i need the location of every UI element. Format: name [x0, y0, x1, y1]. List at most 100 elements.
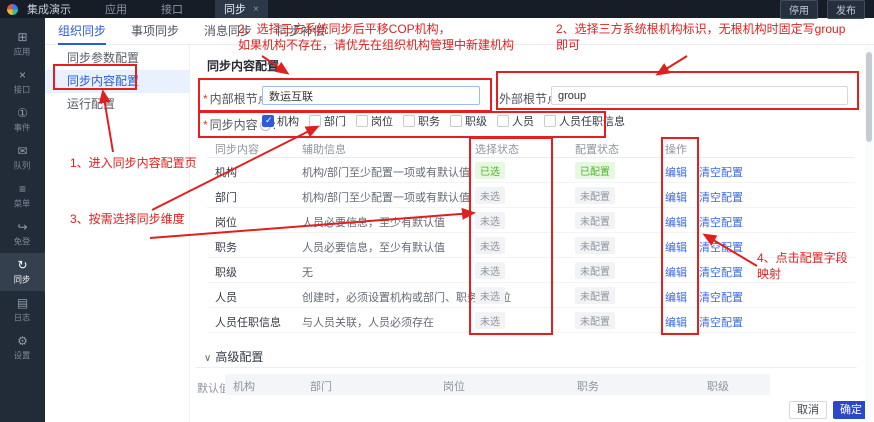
annotation-step2-external: 2、选择三方系统根机构标识，无根机构时固定写group 即可 [556, 22, 846, 52]
edit-link[interactable]: 编辑 [665, 264, 687, 280]
app-logo-icon [7, 3, 18, 15]
clear-config-link[interactable]: 清空配置 [699, 289, 743, 305]
checkbox-icon [356, 115, 368, 127]
sidebar-item-queue[interactable]: ✉ 队列 [0, 139, 45, 177]
checkbox-icon [403, 115, 415, 127]
table-row: 岗位 人员必要信息，至少有默认值 未选 未配置 编辑 清空配置 [207, 208, 855, 233]
table-row: 人员任职信息 与人员关联，人员必须存在 未选 未配置 编辑 清空配置 [207, 308, 855, 333]
status-badge: 未选 [475, 237, 505, 254]
chevron-down-icon: ∨ [204, 353, 212, 364]
confirm-button[interactable]: 确定 [833, 401, 869, 419]
table-header: 同步内容 辅助信息 选择状态 配置状态 操作 [207, 137, 855, 158]
status-badge: 未选 [475, 262, 505, 279]
page-title: 同步内容配置 [207, 59, 280, 73]
status-badge: 未选 [475, 312, 505, 329]
clear-config-link[interactable]: 清空配置 [699, 164, 743, 180]
sidebar-item-logs[interactable]: ▤ 日志 [0, 291, 45, 329]
status-badge: 未配置 [575, 212, 615, 229]
checkbox-duty[interactable]: 职务 [403, 113, 440, 129]
checkbox-icon [497, 115, 509, 127]
top-menu-api[interactable]: 接口 [161, 1, 183, 17]
advanced-config-toggle[interactable]: ∨ 高级配置 [204, 348, 263, 365]
status-badge: 未配置 [575, 187, 615, 204]
checkbox-icon [544, 115, 556, 127]
top-menu-apps[interactable]: 应用 [105, 1, 127, 17]
sync-dimension-checkboxes: 机构 部门 岗位 职务 职级 人员 人员任职信息 [262, 113, 630, 129]
status-badge: 已选 [475, 162, 505, 179]
checkbox-icon [450, 115, 462, 127]
sidebar-item-events[interactable]: ① 事件 [0, 101, 45, 139]
checkbox-org[interactable]: 机构 [262, 113, 299, 129]
edit-link[interactable]: 编辑 [665, 239, 687, 255]
checkbox-post[interactable]: 岗位 [356, 113, 393, 129]
app-window: 集成演示 应用 接口 同步 × 停用 发布 ⊞ 应用 × 接口 ① 事件 ✉ 队… [0, 0, 874, 422]
status-badge: 未配置 [575, 312, 615, 329]
clear-config-link[interactable]: 清空配置 [699, 239, 743, 255]
nav-run-config[interactable]: 运行配置 [45, 93, 189, 116]
annotation-step4: 4、点击配置字段 映射 [757, 251, 848, 281]
cancel-button[interactable]: 取消 [789, 401, 827, 419]
arrow-to-external-input [655, 55, 688, 76]
sidebar-item-api[interactable]: × 接口 [0, 63, 45, 101]
sync-icon: ↻ [17, 257, 28, 272]
checkbox-icon [262, 115, 274, 127]
edit-link[interactable]: 编辑 [665, 164, 687, 180]
status-badge: 未配置 [575, 237, 615, 254]
status-badge: 未选 [475, 287, 505, 304]
default-value-header: 机构 部门 岗位 职务 职级 [225, 374, 770, 395]
config-nav: 同步参数配置 同步内容配置 运行配置 [45, 45, 190, 422]
queue-icon: ✉ [17, 143, 28, 158]
edit-link[interactable]: 编辑 [665, 289, 687, 305]
clear-config-link[interactable]: 清空配置 [699, 214, 743, 230]
checkbox-rank[interactable]: 职级 [450, 113, 487, 129]
edit-link[interactable]: 编辑 [665, 214, 687, 230]
external-root-input[interactable] [551, 86, 848, 105]
checkbox-dept[interactable]: 部门 [309, 113, 346, 129]
checkbox-employment[interactable]: 人员任职信息 [544, 113, 625, 129]
icon-sidebar: ⊞ 应用 × 接口 ① 事件 ✉ 队列 ≡ 菜单 ↪ 免登 ↻ 同步 ▤ 日志 … [0, 18, 45, 422]
sync-content-table: 同步内容 辅助信息 选择状态 配置状态 操作 机构 机构/部门至少配置一项或有默… [207, 137, 855, 333]
divider [195, 367, 857, 368]
status-badge: 未选 [475, 212, 505, 229]
product-name: 集成演示 [27, 4, 71, 16]
sidebar-item-sync[interactable]: ↻ 同步 [0, 253, 45, 291]
annotation-step1: 1、进入同步内容配置页 [70, 156, 197, 170]
annotation-step3: 3、按需选择同步维度 [70, 212, 185, 226]
sidebar-item-apps[interactable]: ⊞ 应用 [0, 25, 45, 63]
table-row: 机构 机构/部门至少配置一项或有默认值 已选 已配置 编辑 清空配置 [207, 158, 855, 183]
sidebar-item-menu[interactable]: ≡ 菜单 [0, 177, 45, 215]
gear-icon: ⚙ [17, 333, 28, 348]
sidebar-item-sso[interactable]: ↪ 免登 [0, 215, 45, 253]
top-bar: 集成演示 应用 接口 同步 × 停用 发布 [0, 0, 874, 19]
event-icon: ① [17, 105, 28, 120]
checkbox-icon [309, 115, 321, 127]
disable-button[interactable]: 停用 [780, 0, 818, 19]
sidebar-item-settings[interactable]: ⚙ 设置 [0, 329, 45, 367]
clear-config-link[interactable]: 清空配置 [699, 189, 743, 205]
clear-config-link[interactable]: 清空配置 [699, 264, 743, 280]
scrollbar-thumb[interactable] [866, 52, 872, 142]
edit-link[interactable]: 编辑 [665, 189, 687, 205]
internal-root-input[interactable] [262, 86, 480, 105]
close-icon[interactable]: × [253, 4, 259, 15]
clear-config-link[interactable]: 清空配置 [699, 314, 743, 330]
annotation-step2-internal: 2、选择三方系统同步后平移COP机构， 如果机构不存在，请优先在组织机构管理中新… [238, 22, 515, 52]
sso-icon: ↪ [17, 219, 28, 234]
nav-sync-params[interactable]: 同步参数配置 [45, 47, 189, 70]
publish-button[interactable]: 发布 [827, 0, 865, 19]
table-row: 人员 创建时，必须设置机构或部门、职务、岗位 未选 未配置 编辑 清空配置 [207, 283, 855, 308]
open-tab-label: 同步 [224, 4, 246, 16]
status-badge: 未选 [475, 187, 505, 204]
table-row: 部门 机构/部门至少配置一项或有默认值 未选 未配置 编辑 清空配置 [207, 183, 855, 208]
api-icon: × [18, 67, 26, 82]
nav-sync-content[interactable]: 同步内容配置 [45, 70, 189, 93]
log-icon: ▤ [16, 295, 29, 310]
status-badge: 已配置 [575, 162, 615, 179]
tab-org-sync[interactable]: 组织同步 [58, 18, 107, 45]
checkbox-person[interactable]: 人员 [497, 113, 534, 129]
open-tab-sync[interactable]: 同步 × [215, 0, 268, 18]
tab-item-sync[interactable]: 事项同步 [131, 18, 179, 45]
apps-icon: ⊞ [17, 29, 28, 44]
menu-icon: ≡ [18, 181, 26, 196]
edit-link[interactable]: 编辑 [665, 314, 687, 330]
